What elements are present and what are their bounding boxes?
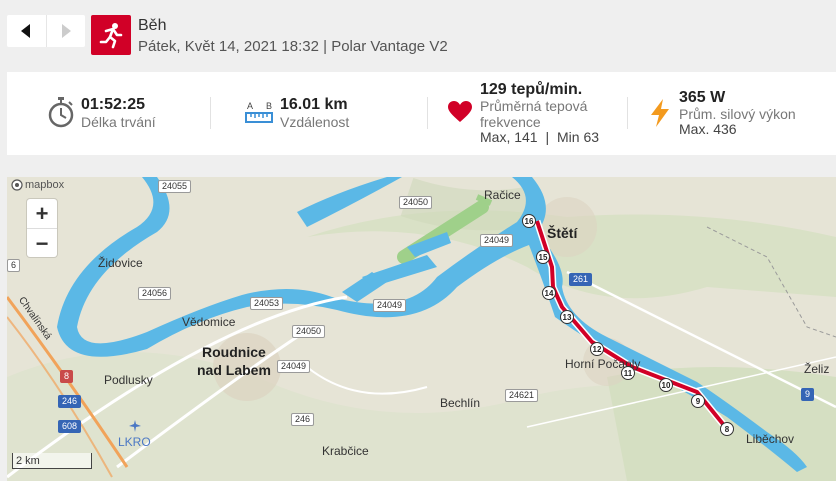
activity-title: Běh [138, 17, 167, 34]
place-lkro: LKRO [118, 435, 151, 449]
heart-rate-label-1: Průměrná tepová [480, 98, 588, 114]
power-label: Prům. silový výkon [679, 106, 796, 122]
road-shield: 246 [58, 395, 82, 408]
summary-stats: 01:52:25 Délka trvání A B 16.01 km Vzdál… [7, 72, 836, 155]
heart-rate-max: Max, 141 | Min 63 [480, 129, 599, 145]
km-marker: 11 [621, 366, 635, 380]
stat-distance: A B 16.01 km Vzdálenost [245, 72, 425, 155]
place-roudnice: Roudnice [202, 344, 266, 360]
power-max: Max. 436 [679, 121, 737, 137]
zoom-in-button[interactable]: + [27, 199, 57, 228]
stat-power: 365 W Prům. silový výkon Max. 436 [649, 72, 829, 155]
heart-rate-min-value: Min 63 [557, 129, 600, 145]
route-map[interactable]: mapbox + − Račice Štětí Židovice Vědomic… [7, 177, 836, 481]
distance-label: Vzdálenost [280, 114, 350, 130]
divider [210, 97, 211, 129]
km-marker: 12 [590, 342, 604, 356]
km-marker: 10 [659, 378, 673, 392]
place-steti: Štětí [547, 225, 578, 241]
road-shield: 246 [291, 413, 315, 426]
distance-value: 16.01 km [280, 96, 348, 113]
place-vedomice: Vědomice [182, 315, 236, 329]
place-zidovice: Židovice [98, 256, 143, 270]
place-roudnice-2: nad Labem [197, 362, 271, 378]
km-marker: 15 [536, 250, 550, 264]
road-shield: 24050 [292, 325, 326, 338]
divider [427, 97, 428, 129]
km-marker: 13 [560, 310, 574, 324]
place-podlusky: Podlusky [104, 373, 153, 387]
activity-subtitle: Pátek, Květ 14, 2021 18:32 | Polar Vanta… [138, 38, 448, 55]
road-shield: 24049 [277, 360, 311, 373]
lightning-icon [651, 99, 669, 127]
heart-icon [448, 101, 472, 122]
road-shield: 24049 [373, 299, 407, 312]
place-zeliz: Želiz [804, 362, 830, 376]
place-bechlin: Bechlín [440, 396, 481, 410]
power-value: 365 W [679, 89, 726, 106]
road-shield: 8 [60, 370, 74, 383]
mapbox-text: mapbox [25, 179, 65, 191]
road-shield: 24055 [158, 180, 192, 193]
mapbox-logo-icon [11, 179, 23, 191]
place-libechov: Liběchov [746, 432, 795, 446]
road-shield: 9 [801, 388, 815, 401]
place-krabcice: Krabčice [322, 444, 369, 458]
duration-label: Délka trvání [81, 114, 156, 130]
road-shield: 24053 [250, 297, 284, 310]
history-nav [7, 15, 85, 47]
heart-rate-label-2: frekvence [480, 114, 541, 130]
stat-duration: 01:52:25 Délka trvání [43, 72, 243, 155]
km-marker: 9 [691, 394, 705, 408]
heart-rate-max-value: Max, 141 [480, 129, 538, 145]
airport-icon [129, 420, 141, 432]
divider [627, 97, 628, 129]
chevron-left-icon [21, 24, 31, 38]
chevron-right-icon [61, 24, 71, 38]
map-scale: 2 km [12, 453, 92, 469]
road-shield: 24049 [480, 234, 514, 247]
km-marker: 16 [522, 214, 536, 228]
ruler-icon [245, 112, 273, 123]
km-marker: 14 [542, 286, 556, 300]
road-shield: 24050 [399, 196, 433, 209]
heart-rate-value: 129 tepů/min. [480, 81, 583, 98]
stopwatch-icon [48, 97, 74, 128]
road-shield: 261 [569, 273, 593, 286]
running-icon [91, 15, 131, 55]
zoom-control: + − [27, 199, 57, 257]
road-shield: 24621 [505, 389, 539, 402]
mapbox-attribution[interactable]: mapbox [11, 179, 64, 191]
km-marker: 8 [720, 422, 734, 436]
duration-value: 01:52:25 [81, 96, 146, 113]
road-shield: 24056 [138, 287, 172, 300]
forward-button[interactable] [45, 15, 86, 47]
heart-rate-separator: | [545, 129, 550, 145]
back-button[interactable] [7, 15, 46, 47]
stat-heart-rate: 129 tepů/min. Průměrná tepová frekvence … [447, 72, 627, 155]
road-shield: 6 [7, 259, 21, 272]
zoom-out-button[interactable]: − [27, 228, 57, 258]
place-racice: Račice [484, 188, 521, 202]
road-shield: 608 [58, 420, 82, 433]
